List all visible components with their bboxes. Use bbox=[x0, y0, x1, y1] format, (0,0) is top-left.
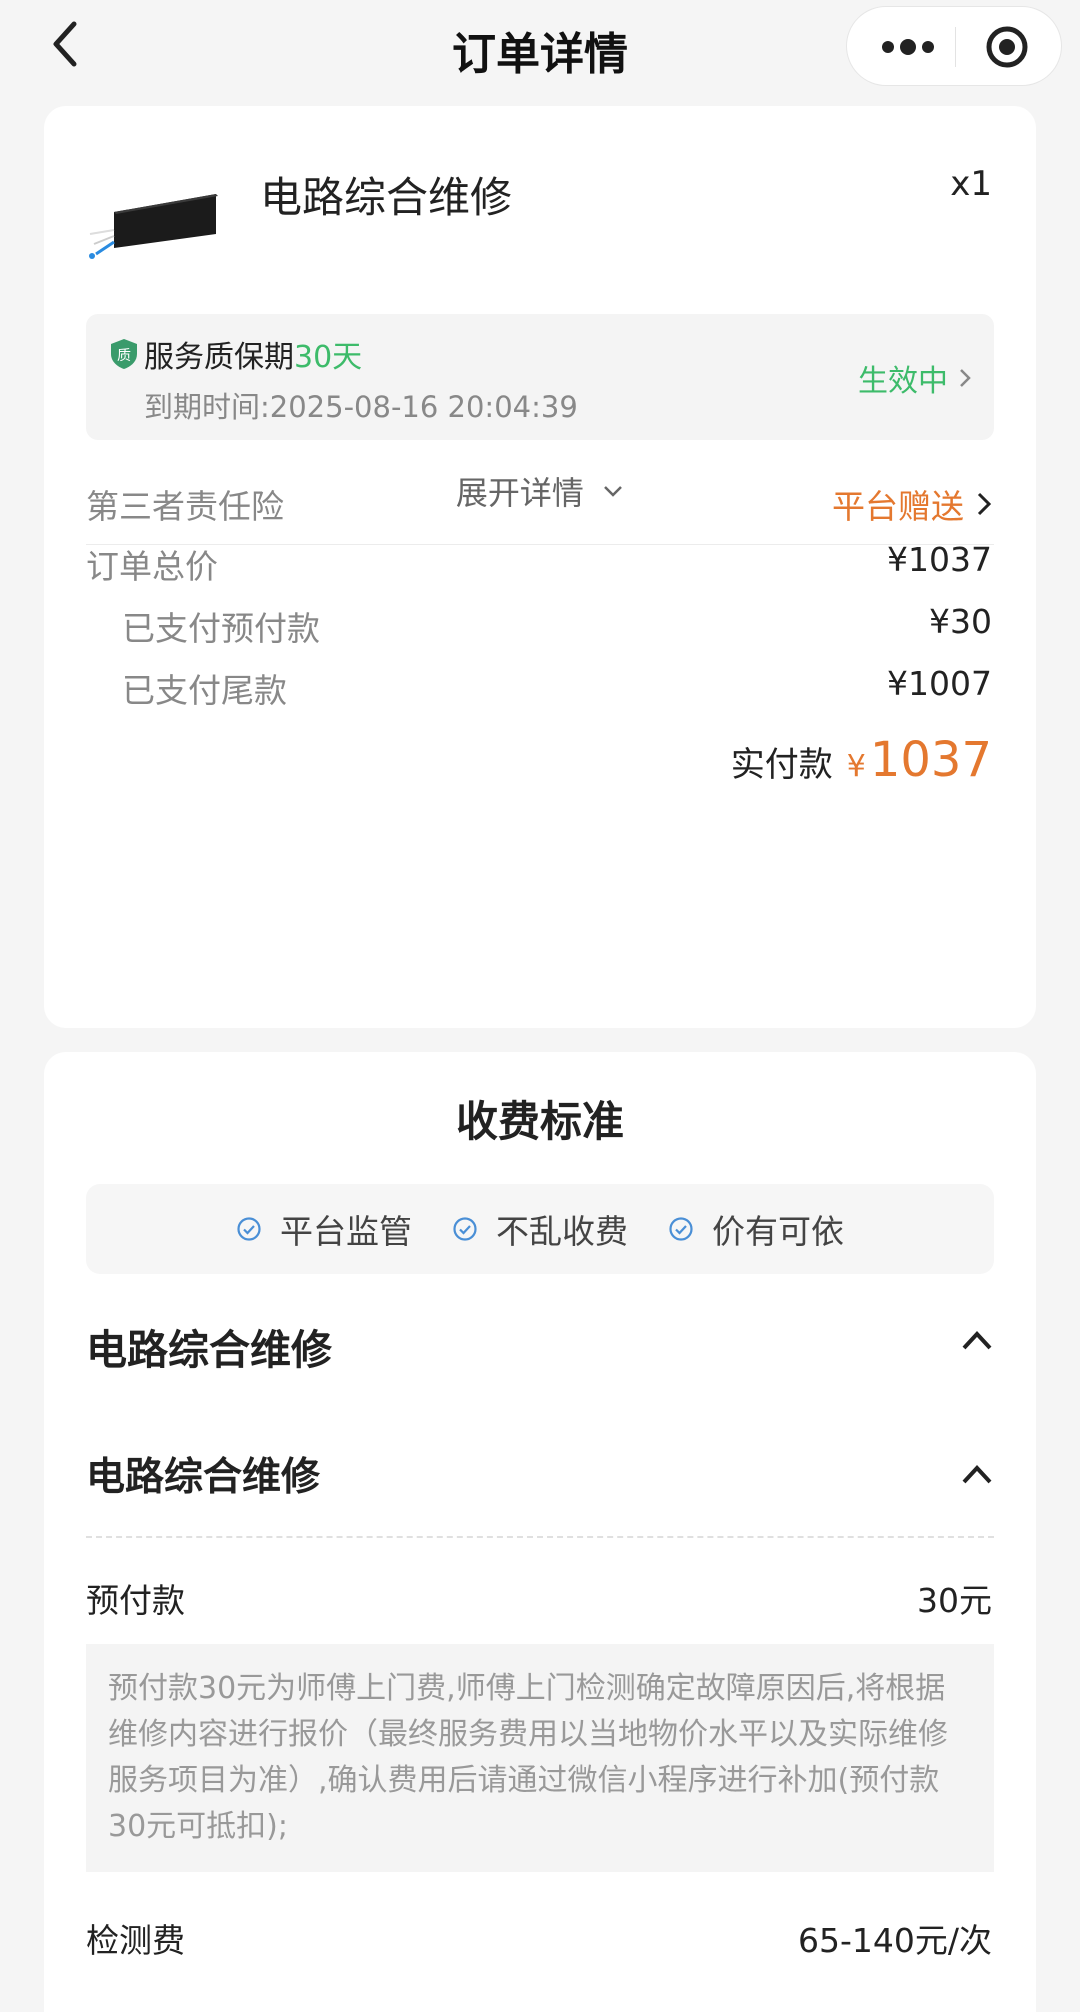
pricing-standard-card: 收费标准 平台监管 不乱收费 价有可依 电路综合维修 电路综合维修 预付款 30… bbox=[44, 1052, 1036, 2012]
badge-platform-supervision: 平台监管 bbox=[236, 1205, 412, 1253]
check-circle-icon bbox=[669, 1217, 693, 1241]
actual-paid-amount: 1037 bbox=[869, 732, 992, 788]
check-circle-icon bbox=[453, 1217, 477, 1241]
more-icon[interactable] bbox=[873, 25, 943, 69]
actual-paid: 实付款 ¥ 1037 bbox=[731, 732, 992, 788]
close-target-icon[interactable] bbox=[975, 23, 1039, 71]
row-value: 平台赠送 bbox=[832, 480, 992, 528]
quality-shield-icon: 质 bbox=[110, 338, 138, 370]
category-title: 电路综合维修 bbox=[86, 1326, 332, 1374]
actual-paid-label: 实付款 bbox=[730, 745, 833, 785]
nav-bar: 订单详情 bbox=[0, 0, 1080, 100]
dashed-divider bbox=[86, 1536, 994, 1538]
total-price-row: 订单总价 ¥1037 bbox=[86, 540, 992, 588]
warranty-title-prefix: 服务质保期 bbox=[144, 340, 294, 375]
product-image bbox=[84, 186, 224, 266]
row-value: ¥30 bbox=[929, 602, 992, 641]
guarantee-badges: 平台监管 不乱收费 价有可依 bbox=[86, 1184, 994, 1274]
mini-program-capsule bbox=[846, 6, 1062, 86]
row-value: ¥1037 bbox=[887, 540, 992, 579]
badge-label: 价有可依 bbox=[712, 1212, 844, 1251]
product-name: 电路综合维修 bbox=[260, 173, 513, 222]
chevron-up-icon bbox=[962, 1331, 992, 1350]
warranty-days: 30天 bbox=[294, 340, 363, 375]
warranty-box[interactable]: 质 服务质保期30天 到期时间:2025-08-16 20:04:39 生效中 bbox=[86, 314, 994, 440]
fee-label: 检测费 bbox=[86, 1921, 185, 1960]
row-value: ¥1007 bbox=[887, 664, 992, 703]
badge-price-basis: 价有可依 bbox=[668, 1205, 844, 1253]
check-circle-icon bbox=[237, 1217, 261, 1241]
prepay-note: 预付款30元为师傅上门费,师傅上门检测确定故障原因后,将根据维修内容进行报价（最… bbox=[86, 1644, 994, 1872]
svg-text:质: 质 bbox=[117, 348, 131, 364]
liability-insurance-row[interactable]: 第三者责任险 平台赠送 bbox=[86, 480, 992, 528]
product-quantity: x1 bbox=[950, 164, 992, 204]
back-arrow-icon[interactable] bbox=[44, 14, 92, 74]
subcategory-title: 电路综合维修 bbox=[86, 1455, 321, 1500]
prepaid-row: 已支付预付款 ¥30 bbox=[86, 602, 992, 650]
pricing-standard-title: 收费标准 bbox=[455, 1097, 624, 1146]
warranty-status[interactable]: 生效中 bbox=[858, 356, 972, 400]
capsule-divider bbox=[955, 27, 956, 67]
badge-no-overcharge: 不乱收费 bbox=[452, 1205, 628, 1253]
subcategory-header[interactable]: 电路综合维修 bbox=[86, 1446, 994, 1506]
chevron-up-icon bbox=[962, 1465, 992, 1484]
row-label: 第三者责任险 bbox=[86, 487, 284, 526]
category-header[interactable]: 电路综合维修 bbox=[86, 1316, 994, 1376]
fee-value: 30元 bbox=[917, 1581, 992, 1620]
row-label: 已支付尾款 bbox=[122, 671, 287, 710]
warranty-title: 服务质保期30天 bbox=[144, 332, 362, 376]
final-payment-row: 已支付尾款 ¥1007 bbox=[86, 664, 992, 712]
fee-label: 预付款 bbox=[86, 1581, 185, 1620]
chevron-right-icon bbox=[960, 369, 971, 387]
order-card: 电路综合维修 x1 质 服务质保期30天 到期时间:2025-08-16 20:… bbox=[44, 106, 1036, 1028]
badge-label: 平台监管 bbox=[280, 1212, 412, 1251]
fee-value: 65-140元/次 bbox=[797, 1921, 992, 1960]
warranty-expire-time: 到期时间:2025-08-16 20:04:39 bbox=[144, 390, 578, 424]
actual-paid-currency: ¥ bbox=[846, 749, 866, 784]
insurance-gift-label: 平台赠送 bbox=[832, 487, 964, 526]
row-label: 订单总价 bbox=[86, 547, 218, 586]
row-label: 已支付预付款 bbox=[122, 609, 320, 648]
warranty-status-label: 生效中 bbox=[858, 364, 948, 399]
chevron-right-icon bbox=[977, 492, 992, 516]
badge-label: 不乱收费 bbox=[496, 1212, 628, 1251]
